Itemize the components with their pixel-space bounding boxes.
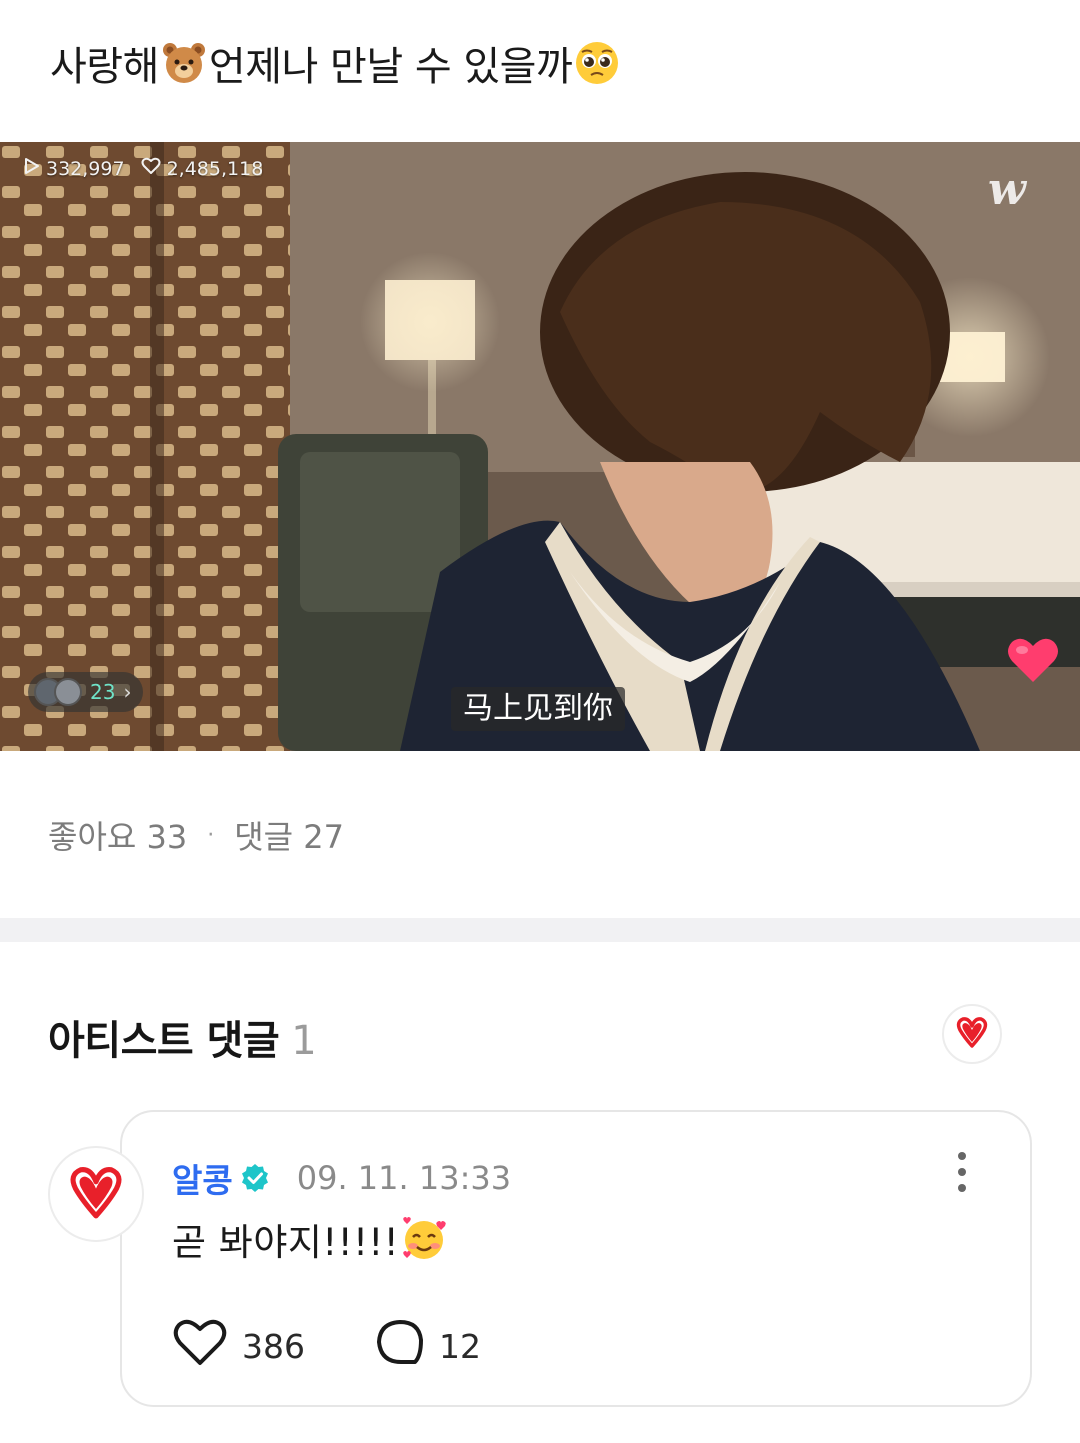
section-divider [0,918,1080,942]
post-likes-link[interactable]: 좋아요 33 [48,812,187,858]
artist-comments-count: 1 [291,1018,317,1064]
comment-text: 곧 봐야지!!!!! [172,1221,400,1264]
video-stats: 332,997 2,485,118 [24,157,271,180]
heart-reaction-icon[interactable] [1006,636,1060,688]
artist-avatar-button[interactable] [942,1004,1002,1064]
smiling-face-with-hearts-icon [401,1216,447,1262]
post-title-text-2: 언제나 만날 수 있을까 [208,44,573,90]
avatar [54,678,82,706]
heart-outline-icon [172,1317,228,1375]
svg-text:w: w [988,168,1028,212]
red-heart-icon [955,1015,989,1053]
like-count-stat: 2,485,118 [141,157,264,180]
heart-outline-icon [141,157,161,180]
viewer-avatars [34,678,82,706]
comment-author[interactable]: 알콩 [172,1154,233,1202]
post-stats-row: 좋아요 33 · 댓글 27 [48,812,344,858]
play-count: 332,997 [46,157,125,180]
bear-face-icon [161,40,207,86]
speech-bubble-icon [375,1318,425,1374]
play-count-stat: 332,997 [24,157,125,180]
pleading-face-icon [574,40,620,86]
comment-header: 알콩 09. 11. 13:33 [172,1154,511,1202]
artist-comments-heading: 아티스트 댓글 1 [48,1008,317,1066]
comment-actions: 386 12 [172,1317,481,1375]
comment-reply-button[interactable]: 12 [375,1318,481,1374]
play-icon [24,157,40,180]
chevron-right-icon: › [123,680,132,704]
comment-reply-count: 12 [439,1326,481,1366]
stats-separator: · [207,822,215,848]
weverse-logo-icon: w [988,164,1056,216]
artist-comments-label: 아티스트 댓글 [48,1018,280,1064]
post-comments-link[interactable]: 댓글 27 [234,812,344,858]
more-options-icon[interactable] [950,1152,974,1192]
viewer-count: 23 [90,680,116,704]
comment-timestamp: 09. 11. 13:33 [296,1159,512,1197]
video-like-count: 2,485,118 [166,157,264,180]
comment-body: 곧 봐야지!!!!! [172,1212,447,1266]
comment-author-avatar[interactable] [48,1146,144,1242]
video-subtitle: 马上见到你 [451,687,625,731]
viewer-count-pill[interactable]: 23 › [28,672,144,712]
comment-like-count: 386 [242,1326,305,1366]
comment-like-button[interactable]: 386 [172,1317,305,1375]
verified-badge-icon [239,1162,271,1194]
artist-comment-card: 알콩 09. 11. 13:33 곧 봐야지!!!!! 386 12 [120,1110,1032,1407]
video-player[interactable]: 332,997 2,485,118 w 23 › 马上见到你 [0,142,1080,751]
red-heart-icon [67,1163,125,1225]
post-title: 사랑해 언제나 만날 수 있을까 [50,34,622,92]
video-frame-image [0,142,1080,751]
post-title-text-1: 사랑해 [50,44,159,90]
